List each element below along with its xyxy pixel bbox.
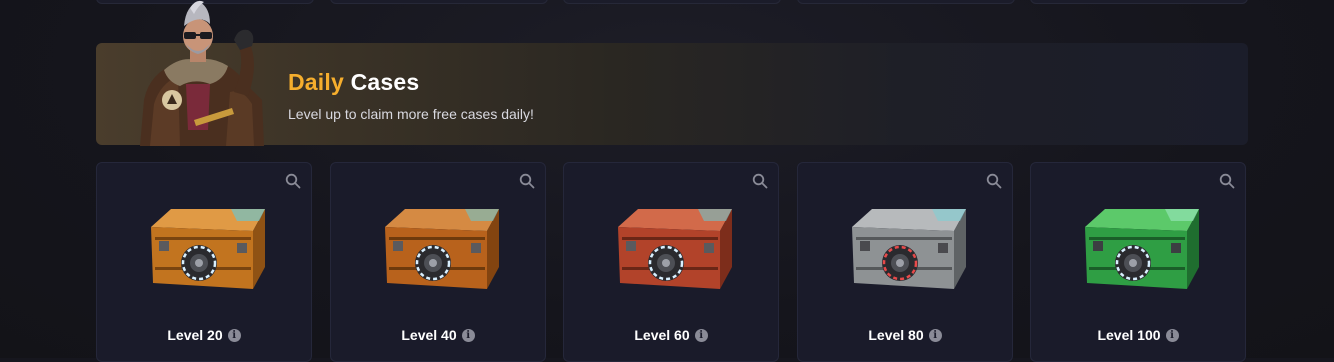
top-card[interactable] [1030,0,1248,4]
case-image [1085,209,1199,289]
info-icon[interactable]: i [461,328,475,342]
level-row: Level 80 i [798,327,1012,343]
case-card-level-100[interactable]: Level 100 i [1030,162,1246,362]
search-icon[interactable] [285,173,301,189]
banner-title-rest: Cases [350,69,420,95]
level-row: Level 100 i [1031,327,1245,343]
level-label: Level 100 [1097,327,1161,343]
level-row: Level 60 i [564,327,778,343]
top-card[interactable] [797,0,1015,4]
level-label: Level 60 [634,327,690,343]
banner-subtitle: Level up to claim more free cases daily! [288,106,534,122]
top-card[interactable] [330,0,548,4]
level-label: Level 20 [167,327,223,343]
case-card-level-40[interactable]: Level 40 i [330,162,546,362]
info-icon[interactable]: i [694,328,708,342]
case-card-level-60[interactable]: Level 60 i [563,162,779,362]
level-label: Level 40 [401,327,457,343]
search-icon[interactable] [986,173,1002,189]
search-icon[interactable] [1219,173,1235,189]
case-image [852,209,966,289]
level-label: Level 80 [868,327,924,343]
case-card-level-20[interactable]: Level 20 i [96,162,312,362]
info-icon[interactable]: i [1165,328,1179,342]
daily-cases-grid: Level 20 i Level 40 i Level 60 i Level 8… [96,162,1248,362]
case-image [151,209,265,289]
case-image [618,209,732,289]
case-card-level-80[interactable]: Level 80 i [797,162,1013,362]
agent-character-image [140,0,264,146]
search-icon[interactable] [752,173,768,189]
info-icon[interactable]: i [227,328,241,342]
info-icon[interactable]: i [928,328,942,342]
level-row: Level 40 i [331,327,545,343]
top-card[interactable] [563,0,781,4]
search-icon[interactable] [519,173,535,189]
banner-title: Daily Cases [288,69,419,96]
banner-title-accent: Daily [288,69,344,95]
case-image [385,209,499,289]
level-row: Level 20 i [97,327,311,343]
